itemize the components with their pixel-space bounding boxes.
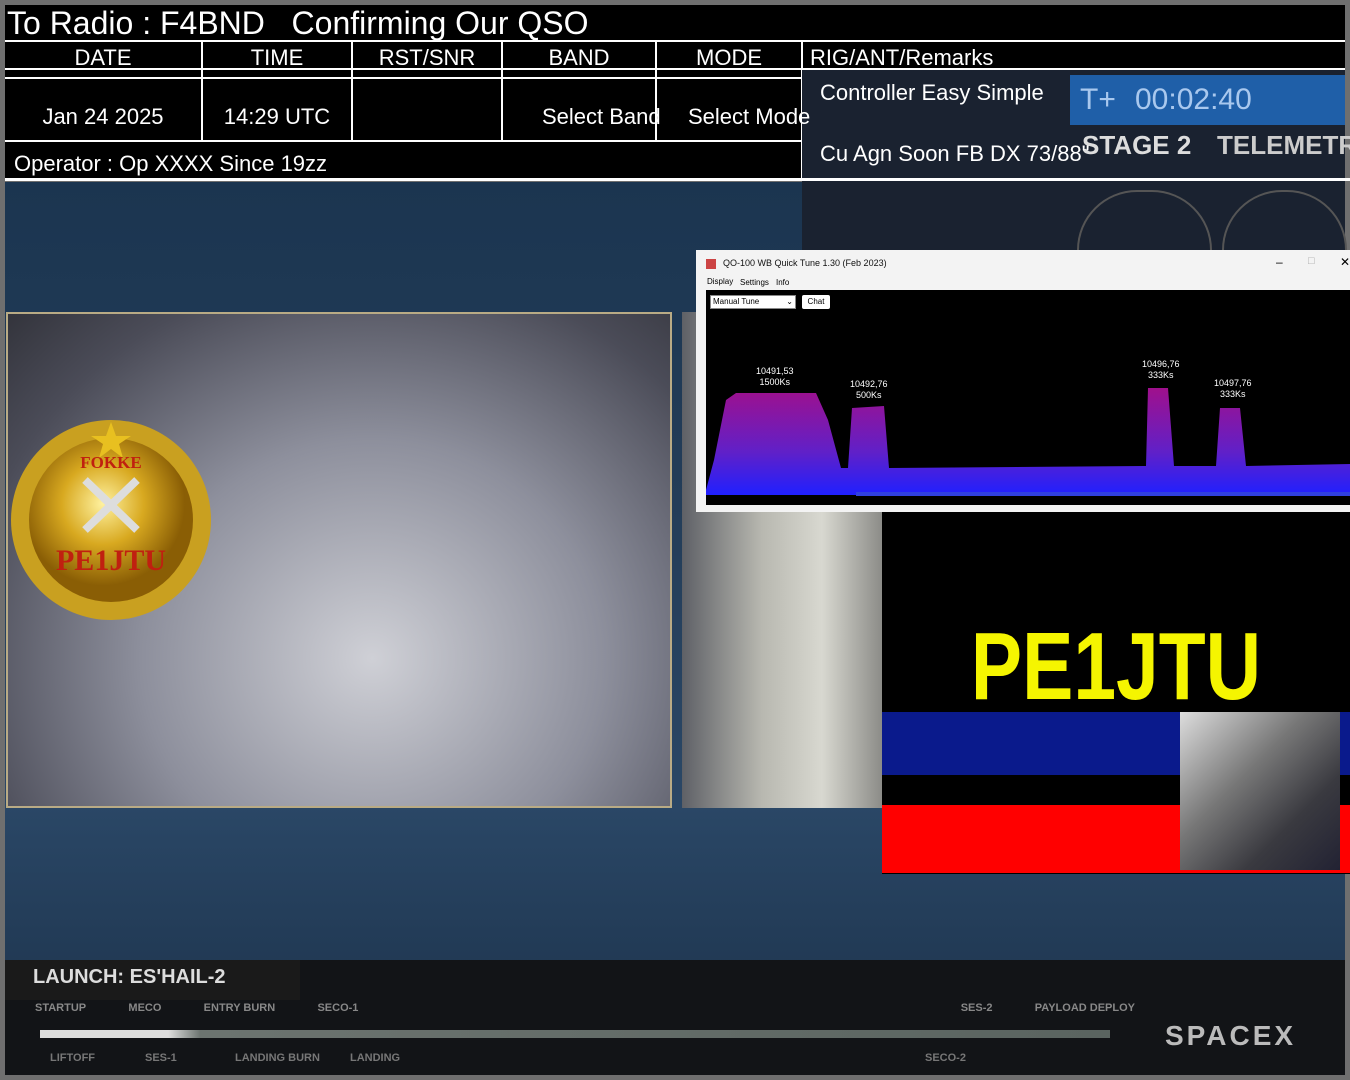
operator-line: Operator : Op XXXX Since 19zz <box>14 151 328 176</box>
col-band: BAND <box>548 45 610 70</box>
divider <box>5 178 1350 181</box>
minimize-button[interactable]: – <box>1276 255 1283 269</box>
col-time: TIME <box>250 45 304 70</box>
timeline-bar <box>40 1030 1110 1038</box>
signal-label: 10491,53 1500Ks <box>756 366 794 387</box>
signal-label: 10497,76 333Ks <box>1214 378 1252 399</box>
signal-label: 10496,76 333Ks <box>1142 359 1180 380</box>
app-icon <box>706 259 716 269</box>
col-rst: RST/SNR <box>378 45 476 70</box>
maximize-button[interactable]: □ <box>1308 255 1315 267</box>
mission-timer: T+ 00:02:40 <box>1070 75 1345 125</box>
remark-line-2: Cu Agn Soon FB DX 73/88" <box>820 141 1090 166</box>
spacex-logo: SPACEX <box>1165 1020 1297 1051</box>
col-date: DATE <box>74 45 132 70</box>
qsl-title: To Radio : F4BND Confirming Our QSO <box>7 5 589 41</box>
window-title: QO-100 WB Quick Tune 1.30 (Feb 2023) <box>723 258 887 268</box>
stage-label: STAGE 2 <box>1082 130 1192 160</box>
signal-label: 10492,76 500Ks <box>850 379 888 400</box>
beacon-markers <box>856 492 1350 496</box>
divider <box>5 40 1345 42</box>
operator-photo <box>1180 712 1340 870</box>
col-remarks: RIG/ANT/Remarks <box>810 45 994 70</box>
col-mode: MODE <box>696 45 762 70</box>
band-select[interactable]: Select Band <box>542 104 661 130</box>
callsign-text: PE1JTU <box>970 613 1262 720</box>
spectrum-trace <box>706 388 1350 495</box>
remark-line-1: Controller Easy Simple <box>820 80 1044 105</box>
launch-title: LAUNCH: ES'HAIL-2 <box>5 960 300 1000</box>
spectrum-plot <box>706 388 1350 496</box>
tab-info[interactable]: Info <box>776 278 789 287</box>
spectrum-display: Manual Tune ⌄ Chat 10491,53 1500Ks 10492,7… <box>706 290 1350 505</box>
launch-timeline: LAUNCH: ES'HAIL-2 STARTUP MECO ENTRY BURN S… <box>5 960 1345 1075</box>
time-value: 14:29 UTC <box>223 104 331 129</box>
date-value: Jan 24 2025 <box>42 104 164 129</box>
telemetry-label: TELEMETRY <box>1217 130 1350 160</box>
mode-select[interactable]: Select Mode <box>688 104 810 130</box>
divider <box>5 77 802 79</box>
medal-call: PE1JTU <box>56 544 166 577</box>
tab-settings[interactable]: Settings <box>740 278 769 287</box>
close-button[interactable]: ✕ <box>1340 255 1350 269</box>
tab-display[interactable]: Display <box>707 277 733 286</box>
callsign-card: PE1JTU <box>882 512 1350 874</box>
medal-logo: FOKKE PE1JTU <box>5 420 218 626</box>
timeline-events-top: STARTUP MECO ENTRY BURN SECO-1 SES-2 PAYLOAD … <box>35 1002 1135 1014</box>
medal-name: FOKKE <box>80 453 141 472</box>
timer-prefix: T+ <box>1080 83 1116 116</box>
timer-value: 00:02:40 <box>1135 83 1252 116</box>
divider <box>5 140 802 142</box>
